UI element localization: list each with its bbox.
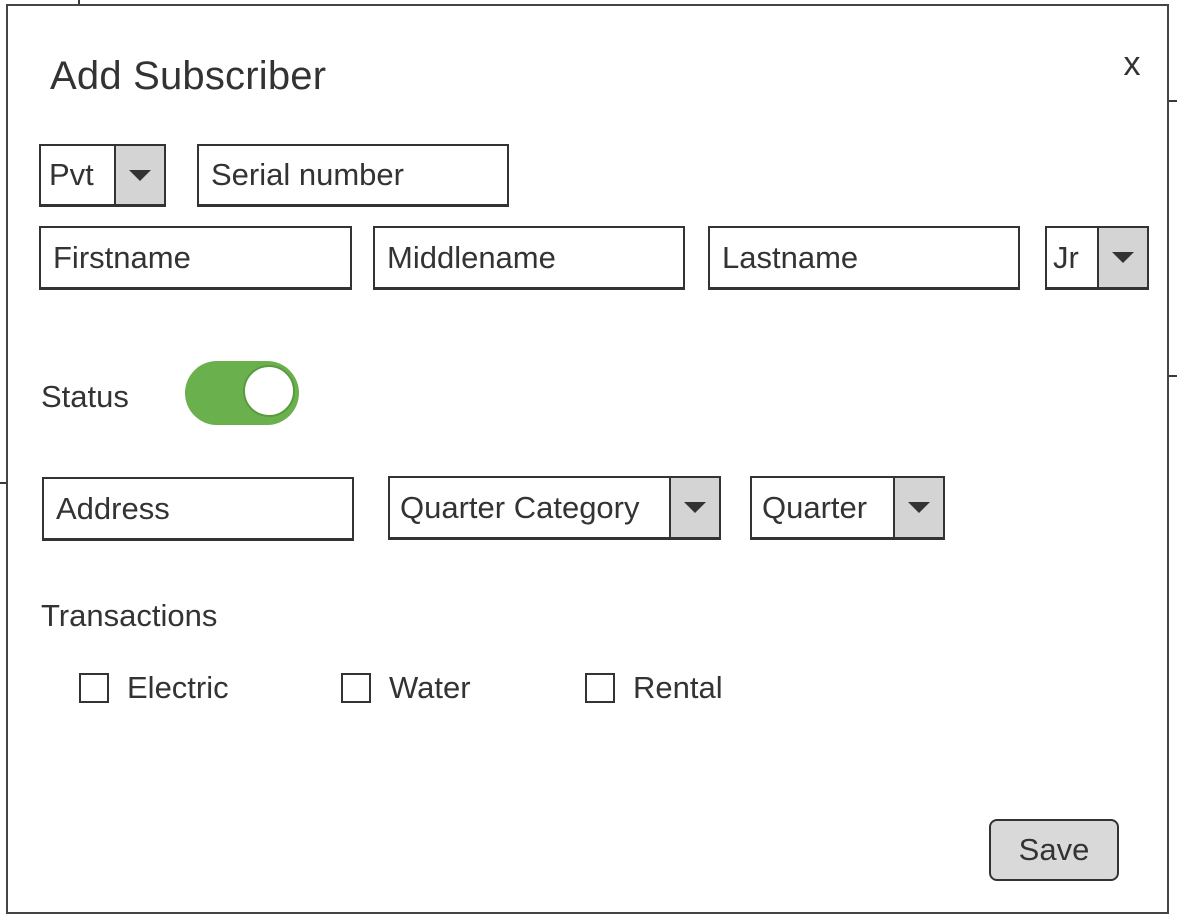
chevron-down-icon[interactable] xyxy=(1097,228,1147,287)
middlename-input[interactable]: Middlename xyxy=(373,226,685,290)
electric-checkbox-label: Electric xyxy=(127,670,229,705)
status-toggle[interactable] xyxy=(185,361,299,425)
firstname-placeholder: Firstname xyxy=(53,239,191,275)
address-placeholder: Address xyxy=(56,490,170,526)
background-window-edge-right-2 xyxy=(1168,375,1177,377)
dialog-title: Add Subscriber xyxy=(50,54,327,98)
water-checkbox-box[interactable] xyxy=(341,673,371,703)
toggle-knob xyxy=(243,365,295,417)
quarter-select-value: Quarter xyxy=(762,489,868,525)
chevron-down-icon[interactable] xyxy=(669,478,719,537)
lastname-placeholder: Lastname xyxy=(722,239,859,275)
transactions-label: Transactions xyxy=(41,598,218,633)
type-select-value: Pvt xyxy=(49,157,94,192)
status-label: Status xyxy=(41,379,129,414)
suffix-select-value: Jr xyxy=(1053,239,1079,275)
checkbox-rental[interactable]: Rental xyxy=(585,670,723,706)
middlename-placeholder: Middlename xyxy=(387,239,556,275)
address-input[interactable]: Address xyxy=(42,477,354,541)
checkbox-electric[interactable]: Electric xyxy=(79,670,229,706)
suffix-select[interactable]: Jr xyxy=(1045,226,1149,290)
checkbox-water[interactable]: Water xyxy=(341,670,471,706)
background-window-edge-right-1 xyxy=(1168,100,1177,102)
water-checkbox-label: Water xyxy=(389,670,471,705)
save-button[interactable]: Save xyxy=(989,819,1119,881)
close-icon[interactable]: x xyxy=(1117,44,1147,84)
type-select[interactable]: Pvt xyxy=(39,144,166,207)
rental-checkbox-box[interactable] xyxy=(585,673,615,703)
serial-number-placeholder: Serial number xyxy=(211,157,404,192)
serial-number-input[interactable]: Serial number xyxy=(197,144,509,207)
rental-checkbox-label: Rental xyxy=(633,670,723,705)
quarter-select[interactable]: Quarter xyxy=(750,476,945,540)
chevron-down-icon[interactable] xyxy=(893,478,943,537)
quarter-category-select[interactable]: Quarter Category xyxy=(388,476,721,540)
electric-checkbox-box[interactable] xyxy=(79,673,109,703)
firstname-input[interactable]: Firstname xyxy=(39,226,352,290)
quarter-category-select-value: Quarter Category xyxy=(400,489,640,525)
add-subscriber-dialog: Add Subscriber x Pvt Serial number First… xyxy=(6,4,1169,914)
lastname-input[interactable]: Lastname xyxy=(708,226,1020,290)
chevron-down-icon[interactable] xyxy=(114,146,164,204)
